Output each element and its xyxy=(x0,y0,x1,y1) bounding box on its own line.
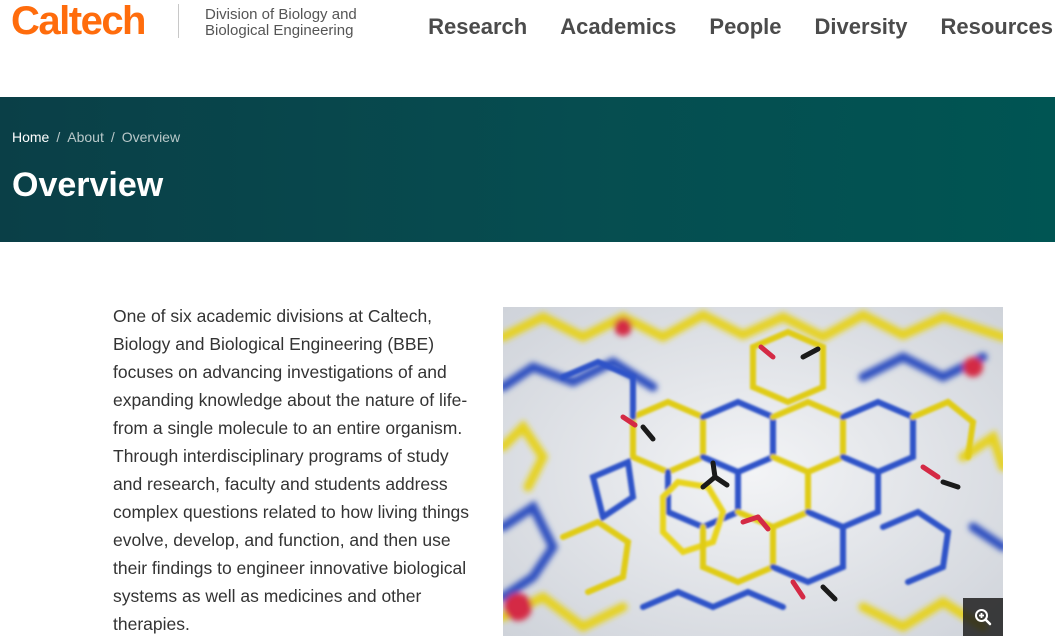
main-nav: Research Academics People Diversity Reso… xyxy=(395,14,1053,40)
breadcrumb-separator: / xyxy=(56,129,61,145)
logo-divider xyxy=(178,4,179,38)
breadcrumb: Home / About / Overview xyxy=(12,129,180,145)
intro-paragraph: One of six academic divisions at Caltech… xyxy=(113,306,470,634)
caltech-logo[interactable]: Caltech xyxy=(11,0,147,42)
division-line-1: Division of Biology and xyxy=(205,6,357,23)
division-line-2: Biological Engineering xyxy=(205,22,354,39)
molecular-model-illustration xyxy=(503,307,1003,636)
nav-resources[interactable]: Resources xyxy=(940,14,1053,40)
breadcrumb-about[interactable]: About xyxy=(67,129,104,145)
molecular-model-image[interactable] xyxy=(503,307,1003,636)
zoom-button[interactable] xyxy=(963,598,1003,636)
nav-research[interactable]: Research xyxy=(428,14,527,40)
division-name[interactable]: Division of Biology and Biological Engin… xyxy=(205,7,375,39)
site-header: Caltech Division of Biology and Biologic… xyxy=(0,0,1055,97)
page-title: Overview xyxy=(12,166,164,204)
nav-diversity[interactable]: Diversity xyxy=(815,14,908,40)
breadcrumb-current: Overview xyxy=(121,129,181,145)
nav-people[interactable]: People xyxy=(709,14,781,40)
nav-academics[interactable]: Academics xyxy=(560,14,676,40)
zoom-in-icon xyxy=(974,608,992,626)
breadcrumb-separator: / xyxy=(110,129,115,145)
breadcrumb-home[interactable]: Home xyxy=(12,129,49,145)
page-hero: Home / About / Overview Overview xyxy=(0,97,1055,242)
